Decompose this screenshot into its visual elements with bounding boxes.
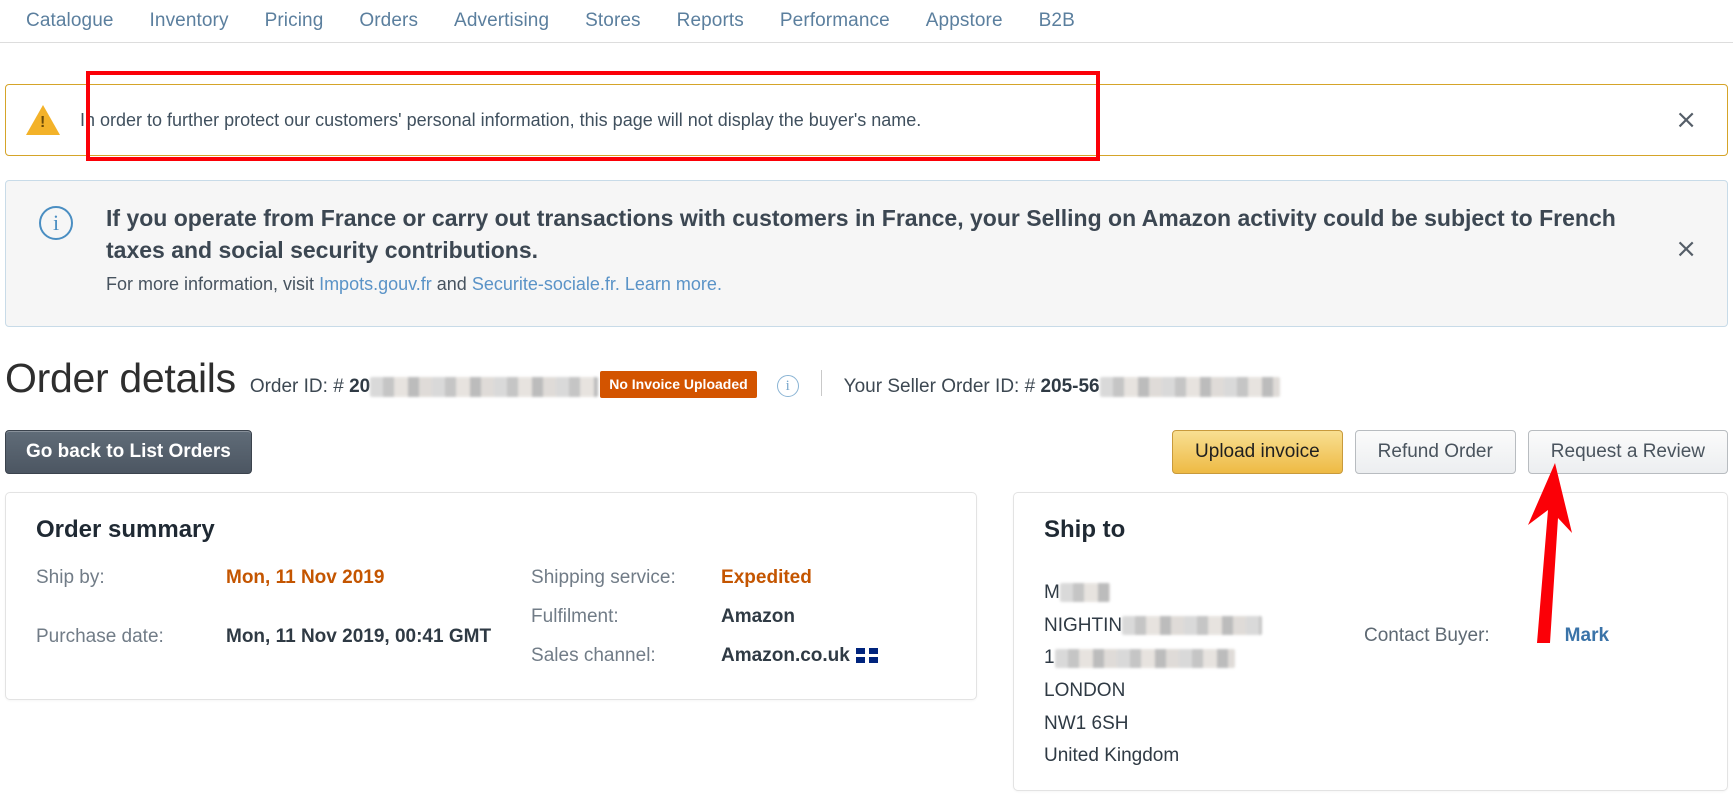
seller-order-id-value: 205-56: [1040, 376, 1100, 397]
seller-order-id-label: Your Seller Order ID: # 205-56: [844, 376, 1280, 398]
warning-banner-close-icon[interactable]: ×: [1665, 107, 1727, 133]
info-circle-icon: i: [6, 181, 106, 240]
nav-item-b2b[interactable]: B2B: [1039, 10, 1075, 32]
warning-triangle-icon: [6, 105, 80, 135]
address-redaction-1: [1059, 583, 1110, 603]
shipping-service-label: Shipping service:: [531, 567, 676, 588]
request-review-button[interactable]: Request a Review: [1527, 430, 1728, 474]
page-title: Order details: [5, 355, 236, 401]
learn-more-link[interactable]: Learn more.: [620, 274, 722, 294]
ship-by-label: Ship by:: [36, 567, 105, 588]
nav-item-appstore[interactable]: Appstore: [926, 10, 1003, 32]
warning-banner-text: In order to further protect our customer…: [80, 109, 922, 130]
ship-to-card: Ship to M NIGHTIN 1 LONDON NW1 6SH Unite…: [1013, 492, 1728, 791]
order-details-header: Order details Order ID: # 20 No Invoice …: [5, 355, 1280, 402]
ship-to-body: M NIGHTIN 1 LONDON NW1 6SH United Kingdo…: [1044, 577, 1704, 773]
order-summary-card: Order summary Ship by: Mon, 11 Nov 2019 …: [5, 492, 977, 700]
sales-channel-label: Sales channel:: [531, 645, 656, 666]
info-banner-close-icon[interactable]: ×: [1665, 181, 1727, 262]
nav-item-advertising[interactable]: Advertising: [454, 10, 549, 32]
nav-item-catalogue[interactable]: Catalogue: [26, 10, 114, 32]
info-banner-body: If you operate from France or carry out …: [106, 181, 1665, 295]
address-redaction-3: [1054, 648, 1235, 668]
contact-buyer-row: Contact Buyer: Mark: [1364, 577, 1609, 773]
order-summary-right-column: Shipping service: Expedited Fulfilment: …: [531, 567, 878, 667]
invoice-info-icon[interactable]: i: [776, 375, 799, 397]
go-back-to-list-orders-button[interactable]: Go back to List Orders: [5, 430, 252, 474]
address-city: LONDON: [1044, 680, 1126, 702]
fulfilment-label: Fulfilment:: [531, 606, 619, 627]
info-sub-prefix: For more information, visit: [106, 274, 320, 295]
order-id-value: 20: [349, 376, 371, 397]
header-divider: [820, 370, 822, 396]
purchase-date-value: Mon, 11 Nov 2019, 00:41 GMT: [226, 625, 492, 647]
info-banner-subtext: For more information, visit Impots.gouv.…: [106, 274, 1665, 295]
order-actions-toolbar: Upload invoice Refund Order Request a Re…: [1172, 430, 1728, 474]
seller-order-id-redaction: [1099, 376, 1280, 397]
address-country: United Kingdom: [1044, 745, 1180, 767]
contact-buyer-label: Contact Buyer:: [1364, 625, 1490, 646]
order-summary-left-column: Ship by: Mon, 11 Nov 2019 Purchase date:…: [36, 567, 491, 667]
order-summary-title: Order summary: [36, 516, 215, 543]
shipping-service-value: Expedited: [721, 567, 812, 588]
impots-gouv-link[interactable]: Impots.gouv.fr: [319, 274, 432, 294]
nav-item-reports[interactable]: Reports: [677, 10, 744, 32]
order-details-page: Catalogue Inventory Pricing Orders Adver…: [0, 0, 1733, 803]
address-line-3: 1: [1044, 642, 1334, 675]
nav-item-pricing[interactable]: Pricing: [265, 10, 324, 32]
france-tax-info-banner: i If you operate from France or carry ou…: [5, 180, 1728, 327]
address-line-2: NIGHTIN: [1044, 610, 1334, 643]
info-banner-headline: If you operate from France or carry out …: [106, 205, 1616, 263]
status-badge[interactable]: No Invoice Uploaded: [600, 371, 757, 398]
top-navigation-bar: Catalogue Inventory Pricing Orders Adver…: [0, 0, 1733, 43]
order-id-label: Order ID: # 20: [250, 376, 599, 398]
contact-buyer-link[interactable]: Mark: [1565, 625, 1609, 647]
buyer-name-warning-banner: In order to further protect our customer…: [5, 84, 1728, 156]
ship-to-title: Ship to: [1044, 516, 1126, 543]
nav-item-inventory[interactable]: Inventory: [150, 10, 229, 32]
securite-sociale-link[interactable]: Securite-sociale.fr.: [472, 274, 620, 294]
upload-invoice-button[interactable]: Upload invoice: [1172, 430, 1343, 474]
sales-channel-value: Amazon.co.uk: [721, 645, 850, 666]
uk-flag-icon: [855, 648, 878, 663]
order-id-redaction: [370, 376, 599, 397]
ship-by-value: Mon, 11 Nov 2019: [226, 567, 385, 588]
address-redaction-2: [1122, 616, 1263, 636]
refund-order-button[interactable]: Refund Order: [1354, 430, 1516, 474]
info-sub-mid: and: [431, 274, 472, 295]
nav-item-stores[interactable]: Stores: [585, 10, 641, 32]
sales-channel-value-wrap: Amazon.co.uk: [721, 645, 878, 667]
purchase-date-label: Purchase date:: [36, 625, 164, 647]
address-line-1: M: [1044, 577, 1334, 610]
order-summary-fields: Ship by: Mon, 11 Nov 2019 Purchase date:…: [6, 567, 976, 667]
nav-item-orders[interactable]: Orders: [359, 10, 418, 32]
nav-item-performance[interactable]: Performance: [780, 10, 890, 32]
shipping-address: M NIGHTIN 1 LONDON NW1 6SH United Kingdo…: [1044, 577, 1334, 773]
fulfilment-value: Amazon: [721, 606, 795, 627]
address-postcode: NW1 6SH: [1044, 712, 1129, 734]
